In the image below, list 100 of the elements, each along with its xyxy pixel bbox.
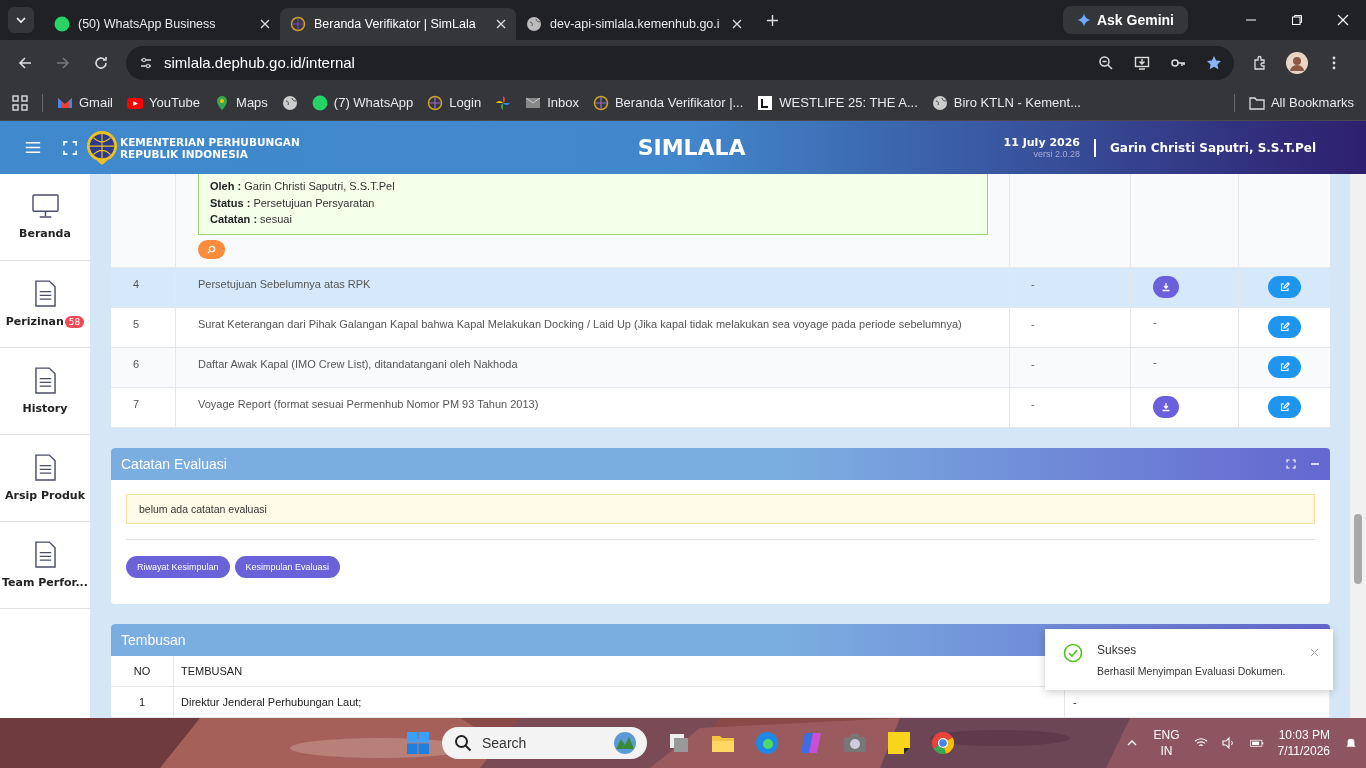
version-label: versi 2.0.28 — [1033, 149, 1080, 159]
download-button[interactable] — [1153, 395, 1179, 418]
caret-icon — [15, 14, 27, 26]
volume-icon[interactable] — [1221, 737, 1236, 749]
edit-icon — [1279, 321, 1290, 332]
ask-gemini-button[interactable]: Ask Gemini — [1062, 6, 1188, 34]
edit-button[interactable] — [1268, 315, 1301, 338]
table-cell: - — [1031, 397, 1035, 410]
bookmark[interactable] — [495, 94, 512, 111]
zoom-icon[interactable] — [1098, 54, 1114, 71]
bookmark[interactable]: Inbox — [525, 94, 579, 111]
row-number: 6 — [133, 357, 140, 370]
edit-button[interactable] — [1268, 275, 1301, 298]
whatsapp-icon — [54, 16, 70, 32]
notification-bell-icon[interactable] — [1344, 737, 1358, 749]
install-icon[interactable] — [1134, 54, 1150, 71]
bookmark[interactable]: WESTLIFE 25: THE A... — [757, 94, 918, 111]
sidebar-item[interactable]: Team Perfor... — [0, 522, 90, 609]
expand-icon[interactable] — [1286, 458, 1296, 469]
panel-title: Tembusan — [121, 631, 186, 648]
table-cell: - — [1153, 355, 1157, 368]
bookmark[interactable]: Gmail — [57, 94, 113, 111]
logo-icon — [757, 94, 774, 111]
sidebar-item[interactable]: Beranda — [0, 174, 90, 261]
toast-title: Sukses — [1097, 643, 1138, 657]
table-cell: - — [1031, 277, 1035, 290]
extensions-icon[interactable] — [1252, 54, 1268, 71]
scrollbar[interactable] — [1350, 174, 1366, 718]
document-name: Surat Keterangan dari Pihak Galangan Kapal bahwa Kapal Melakukan Docking / Laid Up (Jika kapal tidak melakukan sea voyage pada periode sebelumnya) — [198, 317, 962, 330]
all-bookmarks-link[interactable]: All Bookmarks — [1248, 94, 1354, 111]
bookmark[interactable]: Maps — [214, 94, 268, 111]
globe-icon — [526, 16, 542, 32]
back-icon[interactable] — [17, 54, 33, 71]
row-number: 5 — [133, 317, 140, 330]
user-name: Garin Christi Saputri, S.S.T.Pel — [1110, 140, 1316, 155]
bookmark[interactable]: Beranda Verifikator |... — [592, 94, 744, 111]
sidebar-item[interactable]: Arsip Produk — [0, 435, 90, 522]
download-button[interactable] — [1153, 275, 1179, 298]
globe-icon — [290, 16, 306, 32]
start-icon[interactable] — [406, 731, 430, 755]
reload-icon[interactable] — [93, 54, 109, 71]
camera-icon[interactable] — [843, 731, 867, 755]
table-cell: Direktur Jenderal Perhubungan Laut; — [181, 695, 362, 708]
star-icon[interactable] — [1206, 54, 1222, 71]
row-number: 1 — [138, 695, 146, 708]
whatsapp-icon — [311, 94, 328, 111]
fullscreen-icon[interactable] — [63, 140, 77, 155]
action-button[interactable]: Kesimpulan Evaluasi — [234, 555, 341, 578]
language-indicator[interactable]: ENG IN — [1153, 727, 1180, 759]
taskbar-search-field[interactable]: Search — [442, 727, 647, 759]
sidebar-item[interactable]: History — [0, 348, 90, 435]
bookmark[interactable]: Biro KTLN - Kement... — [931, 94, 1081, 111]
country-name: REPUBLIK INDONESIA — [120, 147, 249, 160]
chrome-icon[interactable] — [931, 731, 955, 755]
clock[interactable]: 10:03 PM 7/11/2026 — [1277, 727, 1330, 759]
restore-icon[interactable] — [1291, 14, 1303, 26]
document-icon — [34, 280, 56, 307]
sidebar-item[interactable]: Perizinan 58 — [0, 261, 90, 348]
action-button[interactable]: Riwayat Kesimpulan — [126, 555, 230, 578]
evaluation-note: belum ada catatan evaluasi — [126, 493, 1315, 524]
new-tab-icon[interactable] — [766, 13, 779, 27]
ministry-name: KEMENTERIAN PERHUBUNGAN — [120, 135, 300, 148]
document-name: Persetujuan Sebelumnya atas RPK — [198, 277, 371, 290]
table-cell: - — [1031, 357, 1035, 370]
browser-tab[interactable]: (50) WhatsApp Business — [44, 8, 280, 40]
bookmark[interactable]: YouTube — [126, 94, 201, 111]
forward-icon — [55, 54, 71, 71]
table-cell: - — [1153, 315, 1157, 328]
apps-icon[interactable] — [12, 94, 28, 111]
history-note: Oleh : Garin Christi Saputri, S.S.T.Pel Status : Persetujuan Persyaratan Catatan : sesuai — [198, 174, 988, 235]
search-icon — [454, 734, 472, 752]
document-name: Voyage Report (format sesuai Permenhub Nomor PM 93 Tahun 2013) — [198, 397, 539, 410]
table-cell: - — [1073, 695, 1077, 708]
sparkle-icon — [1076, 13, 1091, 27]
browser-icon[interactable] — [755, 731, 779, 755]
download-icon — [1161, 281, 1171, 292]
bookmark[interactable] — [281, 94, 298, 111]
browser-tab[interactable]: dev-api-simlala.kemenhub.go.i — [516, 8, 752, 40]
globe-icon — [281, 94, 298, 111]
battery-icon[interactable] — [1249, 737, 1264, 749]
tab-list-button[interactable] — [8, 7, 34, 33]
edit-button[interactable] — [1268, 395, 1301, 418]
table-cell: - — [1031, 317, 1035, 330]
bookmark[interactable]: (7) WhatsApp — [311, 94, 414, 111]
sticky-note-icon[interactable] — [887, 731, 911, 755]
bookmark[interactable]: Login — [427, 94, 482, 111]
edit-icon — [1279, 401, 1290, 412]
address-field[interactable]: simlala.dephub.go.id/internal — [126, 45, 1234, 80]
toast-message: Berhasil Menyimpan Evaluasi Dokumen. — [1097, 665, 1287, 677]
globe-icon — [427, 94, 444, 111]
profile-avatar[interactable] — [1286, 51, 1308, 74]
browser-tab[interactable]: Beranda Verifikator | SimLala — [280, 8, 516, 40]
folder-icon — [1248, 94, 1265, 111]
search-icon — [207, 244, 216, 254]
landscape-icon — [611, 731, 639, 755]
ministry-logo-icon — [86, 129, 118, 166]
globe-icon — [592, 94, 609, 111]
edit-button[interactable] — [1268, 355, 1301, 378]
wifi-icon[interactable] — [1193, 737, 1208, 749]
task-view-icon[interactable] — [667, 731, 691, 755]
